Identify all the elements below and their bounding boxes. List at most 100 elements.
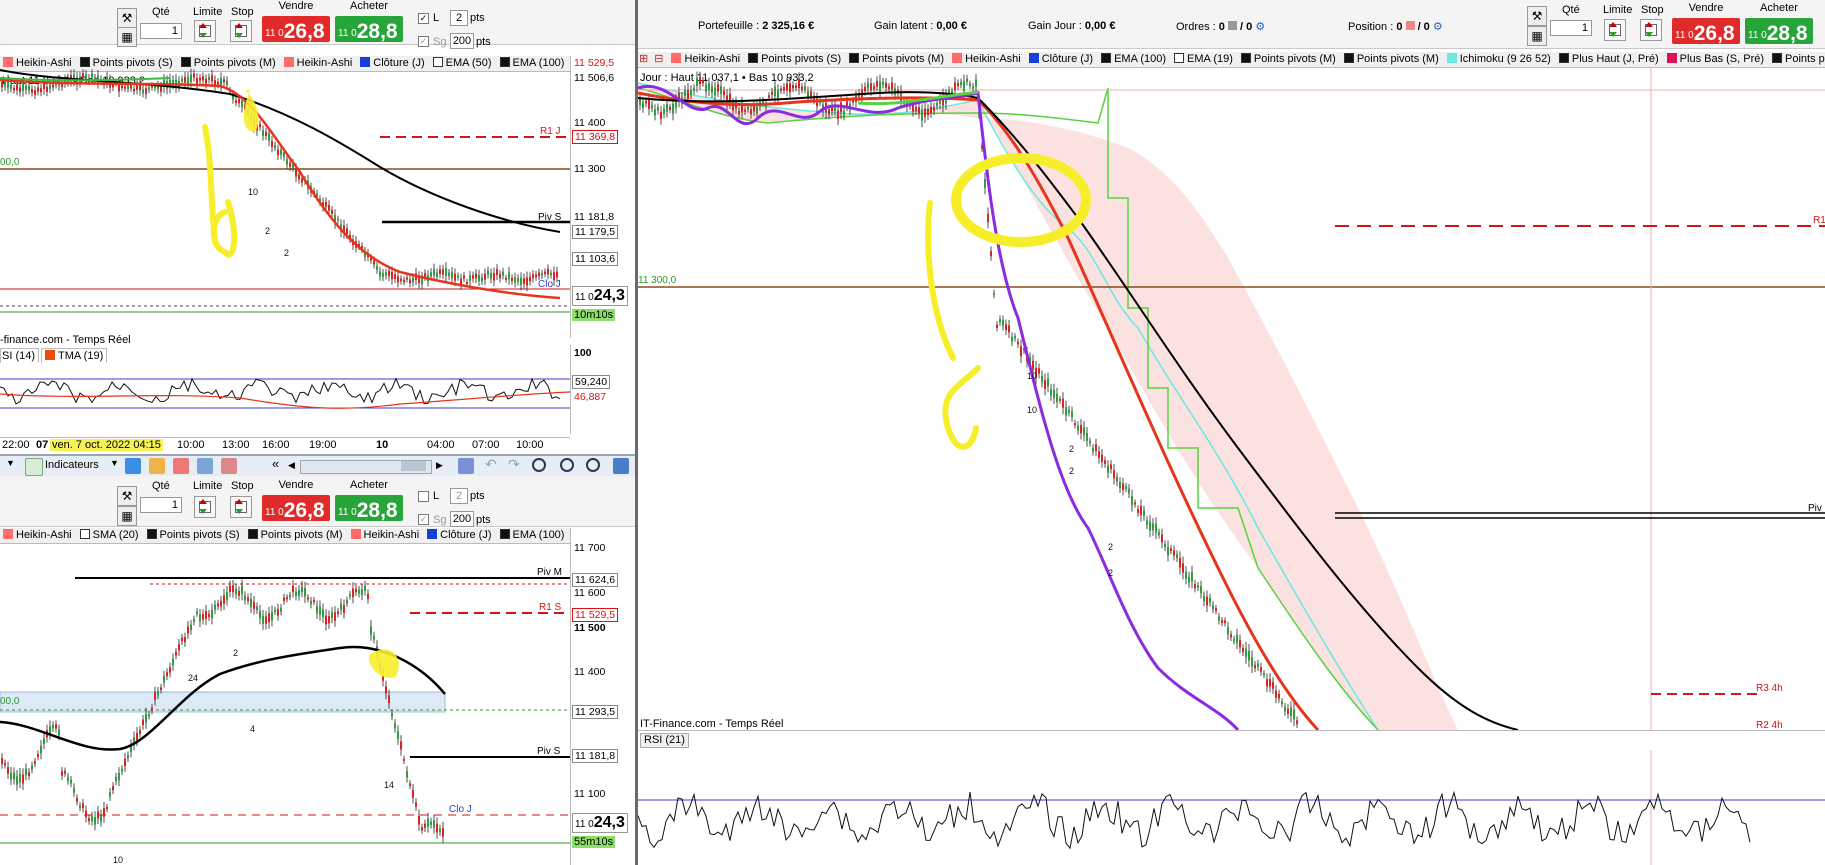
zoom-fit-icon[interactable] [532,458,546,472]
tab-plus-haut[interactable]: Plus Haut (J, Pré) [1556,52,1662,66]
dropdown-arrow-icon[interactable]: ▼ [6,458,16,474]
tab-heikin-ashi-2[interactable]: Heikin-Ashi [281,56,356,70]
tab-heikin-ashi[interactable]: Heikin-Ashi [668,52,743,66]
tab-pivots[interactable]: Points pivots [1769,52,1825,66]
zoom-in-icon[interactable] [586,458,600,472]
tab-heikin-ashi[interactable]: Heikin-Ashi [0,528,75,542]
wrench-icon[interactable]: ⚒ [117,486,137,506]
buy-button[interactable]: Acheter 11 028,8 [1745,2,1813,45]
sg-value-input[interactable]: 200 [450,511,474,527]
limit-order-button[interactable] [1604,19,1626,41]
gear-icon[interactable]: ⚙ [1255,21,1265,33]
sell-button[interactable]: Vendre 11 026,8 [262,479,330,522]
qty-label: Qté [152,6,170,18]
tab-heikin-ashi-2[interactable]: Heikin-Ashi [348,528,423,542]
price-chart-top-left[interactable]: 10 2 2 00,0 R1 J Piv S Clo J [0,68,570,338]
sg-checkbox[interactable]: ✓ [418,514,429,525]
copy-icon[interactable] [149,458,165,474]
indicators-button[interactable]: Indicateurs [45,459,99,471]
qty-input[interactable]: 1 [140,497,182,513]
limit-order-button[interactable] [194,20,216,42]
tab-heikin-ashi-2[interactable]: Heikin-Ashi [949,52,1024,66]
limit-order-button[interactable] [194,496,216,518]
tab-pivots-s[interactable]: Points pivots (S) [745,52,844,66]
layout-icon[interactable] [197,458,213,474]
qty-input[interactable]: 1 [1550,20,1592,36]
settings-icon[interactable] [613,458,629,474]
buy-button[interactable]: Acheter 11 028,8 [335,0,403,43]
l-checkbox[interactable]: ✓ [418,13,429,24]
dropdown-arrow-icon[interactable]: ▼ [110,458,120,474]
candle-body [693,87,695,92]
rsi-chart-top-left[interactable] [0,364,571,434]
tab-ema-100[interactable]: EMA (100) [497,56,568,70]
zoom-out-icon[interactable] [560,458,574,472]
candle-body [127,755,129,759]
candle-body [918,107,920,114]
price-chart-bottom-left[interactable]: 00,0 Piv M R1 S Piv S Clo J 24 2 4 14 10 [0,544,570,865]
tab-ema-100[interactable]: EMA (100) [1098,52,1169,66]
gear-icon[interactable]: ⚙ [1433,21,1443,33]
wrench-icon[interactable]: ⚒ [117,8,137,28]
tab-pivots-m[interactable]: Points pivots (M) [178,56,279,70]
sell-button[interactable]: Vendre 11 026,8 [1672,2,1740,45]
rsi-axis-top: 100 [574,347,592,359]
rsi-chart-right[interactable] [638,750,1825,865]
tab-cloture[interactable]: Clôture (J) [357,56,427,70]
tab-ema-100[interactable]: EMA (100) [497,528,568,542]
qty-input[interactable]: 1 [140,23,182,39]
window-icon[interactable] [221,458,237,474]
keypad-icon[interactable]: ▦ [117,27,137,47]
tab-rsi[interactable]: SI (14) [0,348,40,363]
scroll-right-icon[interactable]: ▶ [436,460,452,476]
chart-scrollbar[interactable] [300,460,432,474]
sell-button[interactable]: Vendre 11 026,8 [262,0,330,43]
sg-value-input[interactable]: 200 [450,33,474,49]
stop-order-button[interactable] [230,20,252,42]
orders-stat[interactable]: Ordres : 0 / 0 ⚙ [1176,20,1265,33]
refresh-icon[interactable] [458,458,474,474]
tab-pivots-m[interactable]: Points pivots (M) [245,528,346,542]
tab-heikin-ashi[interactable]: Heikin-Ashi [0,56,75,70]
tab-cloture[interactable]: Clôture (J) [424,528,494,542]
add-indicator-icon[interactable]: ⊞ [638,52,651,66]
rewind-icon[interactable]: « [272,456,288,472]
tab-pivots-m-2[interactable]: Points pivots (M) [1238,52,1339,66]
candle-body [211,609,213,619]
stop-label: Stop [231,6,254,18]
buy-button[interactable]: Acheter 11 028,8 [335,479,403,522]
panel-divider-horizontal[interactable] [0,454,635,456]
template-icon[interactable] [173,458,189,474]
l-checkbox[interactable] [418,491,429,502]
price-chart-right[interactable]: 11 300,0 R1 Piv R3 4h R2 4h 10 10 2 2 2 … [638,68,1825,732]
l-value-input[interactable]: 2 [450,10,468,26]
tab-pivots-s[interactable]: Points pivots (S) [144,528,243,542]
tab-tma[interactable]: TMA (19) [41,348,108,363]
tab-ema-50[interactable]: EMA (50) [430,56,495,70]
tab-plus-bas[interactable]: Plus Bas (S, Pré) [1664,52,1767,66]
tab-pivots-s[interactable]: Points pivots (S) [77,56,176,70]
candle-body [268,613,270,623]
redo-icon[interactable]: ↷ [508,456,524,472]
keypad-icon[interactable]: ▦ [1527,26,1547,46]
stop-order-button[interactable] [1640,19,1662,41]
sg-checkbox[interactable]: ✓ [418,36,429,47]
share-icon[interactable] [125,458,141,474]
wrench-icon[interactable]: ⚒ [1527,6,1547,26]
position-stat[interactable]: Position : 0 / 0 ⚙ [1348,20,1443,33]
remove-indicator-icon[interactable]: ⊟ [653,52,666,66]
tab-ichimoku[interactable]: Ichimoku (9 26 52) [1444,52,1554,66]
tab-pivots-m[interactable]: Points pivots (M) [846,52,947,66]
undo-icon[interactable]: ↶ [485,456,501,472]
l-value-input[interactable]: 2 [450,488,468,504]
candle-body [1125,486,1127,489]
stop-order-button[interactable] [230,496,252,518]
tab-rsi-21[interactable]: RSI (21) [640,733,689,748]
candle-body [106,806,108,810]
tab-sma-20[interactable]: SMA (20) [77,528,142,542]
tab-pivots-m-3[interactable]: Points pivots (M) [1341,52,1442,66]
indicators-icon[interactable] [25,458,43,476]
tab-cloture[interactable]: Clôture (J) [1026,52,1096,66]
tab-ema-19[interactable]: EMA (19) [1171,52,1236,66]
keypad-icon[interactable]: ▦ [117,506,137,526]
